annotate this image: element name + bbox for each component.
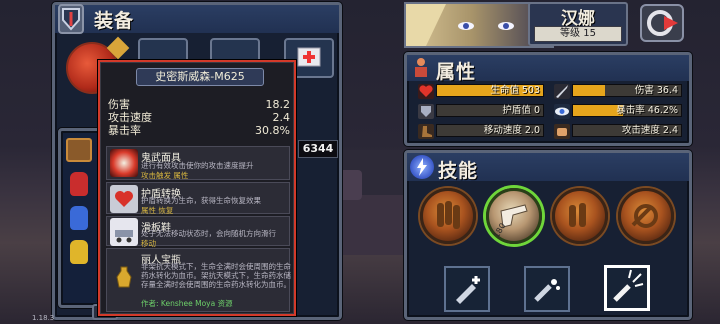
tooltip-stat-value: 30.8%	[255, 124, 290, 137]
shield-heart-icon	[110, 185, 138, 213]
perk-tags: 属性 恢复	[141, 206, 174, 215]
golden-vase-icon	[110, 263, 138, 291]
tooltip-stat-label: 伤害	[108, 98, 130, 111]
shield-label: 护盾值 0	[502, 105, 540, 116]
switch-character-button[interactable]	[640, 4, 684, 42]
equipment-title: 装备	[94, 10, 135, 32]
move-speed-label: 移动速度 2.0	[483, 125, 540, 136]
chest-icon[interactable]	[66, 138, 92, 162]
skill-orb-bullets[interactable]	[420, 188, 476, 244]
tooltip-stat-value: 2.4	[272, 111, 291, 124]
sword-icon	[554, 84, 570, 99]
perk-description: 非架抗天模式下，生命全满时会使周围的生命药水转化为血币。架抗天模式下，生命药水储…	[141, 262, 291, 289]
damage-label: 伤害 36.4	[634, 85, 678, 96]
character-level: 等级 15	[534, 26, 622, 42]
version-label: 1.18.3	[32, 314, 55, 322]
potion-red-icon[interactable]	[70, 172, 88, 196]
attributes-person-icon	[410, 56, 432, 78]
potion-blue-icon[interactable]	[70, 206, 88, 230]
perk-card: 丽人宝瓶 非架抗天模式下，生命全满时会使周围的生命药水转化为血币。架抗天模式下，…	[106, 248, 291, 312]
tooltip-stat-label: 暴击率	[108, 124, 141, 137]
perk-card: 护盾转换 护盾转换为生命，获得生命恢复效果 属性 恢复	[106, 182, 290, 215]
perk-description: 处于无法移动状态时，会向随机方向滑行	[141, 229, 276, 238]
perk-description: 护盾转换为生命，获得生命恢复效果	[141, 196, 261, 205]
perk-card: 滑板鞋 处于无法移动状态时，会向随机方向滑行 移动	[106, 216, 290, 248]
attack-speed-label: 攻击速度 2.4	[621, 125, 678, 136]
attributes-title: 属性	[436, 61, 477, 83]
tooltip-stat-value: 18.2	[265, 98, 291, 111]
skill-orb-ammo[interactable]	[552, 188, 608, 244]
skill-bullet-impact[interactable]	[524, 266, 570, 312]
boot-icon	[418, 124, 434, 139]
skill-orb-cylinder[interactable]	[618, 188, 674, 244]
perk-tags: 作者: Kenshee Moya 资源	[141, 299, 233, 308]
skills-lightning-icon	[410, 155, 434, 179]
tooltip-weapon-title: 史密斯威森-M625	[136, 68, 264, 86]
health-label: 生命值 503	[490, 85, 540, 96]
skills-title: 技能	[438, 160, 479, 182]
heart-icon	[418, 84, 434, 99]
gold-counter: 6344	[298, 140, 338, 158]
oni-mask-icon	[110, 149, 138, 177]
perk-card: 鬼武面具 进行有效攻击使你的攻击速度提升 攻击触发 属性	[106, 146, 290, 180]
skill-bullet-plus[interactable]	[444, 266, 490, 312]
shield-icon	[418, 104, 434, 119]
fist-icon	[554, 124, 570, 139]
perk-tags: 攻击触发 属性	[141, 171, 189, 180]
eye-icon	[554, 104, 570, 119]
tooltip-stat-label: 攻击速度	[108, 111, 152, 124]
equipment-emblem-icon	[58, 4, 84, 34]
perk-description: 进行有效攻击使你的攻击速度提升	[141, 161, 254, 170]
skate-shoe-icon	[110, 218, 138, 246]
skill-bullet-burst[interactable]	[604, 265, 650, 311]
crit-rate-label: 暴击率 46.2%	[616, 105, 678, 116]
weapon-tooltip: 史密斯威森-M625 伤害 18.2 攻击速度 2.4 暴击率 30.8% 鬼武…	[98, 60, 296, 316]
potion-yellow-icon[interactable]	[70, 240, 88, 264]
